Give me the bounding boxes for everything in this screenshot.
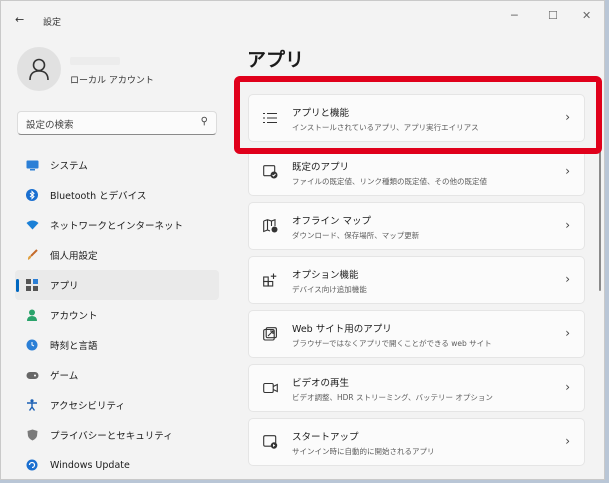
sidebar-item-gaming[interactable]: ゲーム bbox=[15, 360, 219, 390]
sidebar-nav: システム Bluetooth とデバイス ネットワークとインターネット 個人用設… bbox=[15, 150, 219, 479]
startup-icon bbox=[262, 434, 278, 450]
default-apps-icon bbox=[262, 164, 278, 180]
account-type: ローカル アカウント bbox=[70, 76, 154, 86]
add-feature-icon bbox=[262, 272, 278, 288]
video-icon bbox=[262, 380, 278, 396]
wifi-icon bbox=[25, 218, 39, 232]
page-title: アプリ bbox=[247, 49, 305, 71]
maximize-button[interactable]: ☐ bbox=[548, 9, 558, 22]
gamepad-icon bbox=[25, 368, 39, 382]
sidebar-item-system[interactable]: システム bbox=[15, 150, 219, 180]
highlight-box bbox=[234, 76, 602, 154]
arrow-left-icon[interactable]: ← bbox=[15, 13, 24, 26]
update-icon bbox=[25, 458, 39, 472]
sidebar-item-accounts[interactable]: アカウント bbox=[15, 300, 219, 330]
sidebar-item-label: ゲーム bbox=[50, 371, 79, 382]
minimize-button[interactable]: ─ bbox=[511, 9, 518, 22]
search-placeholder: 設定の検索 bbox=[26, 120, 74, 131]
chevron-right-icon: › bbox=[565, 380, 570, 394]
chevron-right-icon: › bbox=[565, 326, 570, 340]
sidebar-item-label: Bluetooth とデバイス bbox=[50, 191, 147, 202]
globe-clock-icon bbox=[25, 338, 39, 352]
sidebar-item-apps[interactable]: アプリ bbox=[15, 270, 219, 300]
card-title: スタートアップ bbox=[292, 432, 359, 443]
sidebar-item-label: アプリ bbox=[50, 281, 79, 292]
window-title: 設定 bbox=[43, 18, 62, 28]
card-apps-for-websites[interactable]: Web サイト用のアプリ ブラウザーではなくアプリで開くことができる web サ… bbox=[248, 310, 585, 358]
card-subtitle: ダウンロード、保存場所、マップ更新 bbox=[292, 231, 420, 240]
sidebar-item-privacy-security[interactable]: プライバシーとセキュリティ bbox=[15, 420, 219, 450]
card-subtitle: ビデオ調整、HDR ストリーミング、バッテリー オプション bbox=[292, 393, 493, 402]
chevron-right-icon: › bbox=[565, 164, 570, 178]
search-input[interactable]: 設定の検索 ⚲ bbox=[17, 111, 217, 135]
user-name-placeholder bbox=[70, 57, 120, 65]
sidebar-item-label: ネットワークとインターネット bbox=[50, 221, 184, 232]
sidebar-item-label: 個人用設定 bbox=[50, 251, 98, 262]
scrollbar[interactable] bbox=[599, 151, 601, 291]
card-video-playback[interactable]: ビデオの再生 ビデオ調整、HDR ストリーミング、バッテリー オプション › bbox=[248, 364, 585, 412]
card-title: 既定のアプリ bbox=[292, 162, 350, 173]
brush-icon bbox=[25, 248, 39, 262]
sidebar-item-label: システム bbox=[50, 161, 88, 172]
open-in-app-icon bbox=[262, 326, 278, 342]
close-button[interactable]: ✕ bbox=[582, 9, 591, 22]
person-icon bbox=[25, 308, 39, 322]
card-default-apps[interactable]: 既定のアプリ ファイルの既定値、リンク種類の既定値、その他の既定値 › bbox=[248, 148, 585, 196]
sidebar-item-label: アクセシビリティ bbox=[50, 401, 125, 412]
chevron-right-icon: › bbox=[565, 272, 570, 286]
sidebar-item-windows-update[interactable]: Windows Update bbox=[15, 450, 219, 479]
card-title: オフライン マップ bbox=[292, 216, 372, 227]
sidebar-item-time-language[interactable]: 時刻と言語 bbox=[15, 330, 219, 360]
avatar[interactable] bbox=[17, 47, 61, 91]
monitor-icon bbox=[25, 158, 39, 172]
sidebar-item-personalization[interactable]: 個人用設定 bbox=[15, 240, 219, 270]
accessibility-icon bbox=[25, 398, 39, 412]
sidebar-item-label: プライバシーとセキュリティ bbox=[50, 431, 173, 442]
chevron-right-icon: › bbox=[565, 434, 570, 448]
shield-icon bbox=[25, 428, 39, 442]
card-title: Web サイト用のアプリ bbox=[292, 324, 392, 335]
sidebar-item-accessibility[interactable]: アクセシビリティ bbox=[15, 390, 219, 420]
chevron-right-icon: › bbox=[565, 218, 570, 232]
map-icon bbox=[262, 218, 278, 234]
title-bar: ← 設定 ─ ☐ ✕ bbox=[1, 1, 604, 37]
card-startup[interactable]: スタートアップ サインイン時に自動的に開始されるアプリ › bbox=[248, 418, 585, 466]
card-title: オプション機能 bbox=[292, 270, 359, 281]
card-subtitle: ファイルの既定値、リンク種類の既定値、その他の既定値 bbox=[292, 177, 487, 186]
sidebar-item-label: 時刻と言語 bbox=[50, 341, 98, 352]
sidebar-item-label: Windows Update bbox=[50, 459, 130, 471]
card-title: ビデオの再生 bbox=[292, 378, 350, 389]
apps-icon bbox=[25, 278, 39, 292]
bluetooth-icon bbox=[25, 188, 39, 202]
person-icon bbox=[29, 58, 49, 81]
card-subtitle: デバイス向け追加機能 bbox=[292, 285, 367, 294]
card-offline-maps[interactable]: オフライン マップ ダウンロード、保存場所、マップ更新 › bbox=[248, 202, 585, 250]
card-subtitle: サインイン時に自動的に開始されるアプリ bbox=[292, 447, 435, 456]
sidebar-item-label: アカウント bbox=[50, 311, 98, 322]
card-subtitle: ブラウザーではなくアプリで開くことができる web サイト bbox=[292, 339, 492, 348]
card-optional-features[interactable]: オプション機能 デバイス向け追加機能 › bbox=[248, 256, 585, 304]
search-icon[interactable]: ⚲ bbox=[201, 116, 208, 127]
settings-window: ← 設定 ─ ☐ ✕ ローカル アカウント 設定の検索 ⚲ システム Bluet… bbox=[0, 0, 605, 480]
sidebar-item-bluetooth[interactable]: Bluetooth とデバイス bbox=[15, 180, 219, 210]
sidebar-item-network[interactable]: ネットワークとインターネット bbox=[15, 210, 219, 240]
